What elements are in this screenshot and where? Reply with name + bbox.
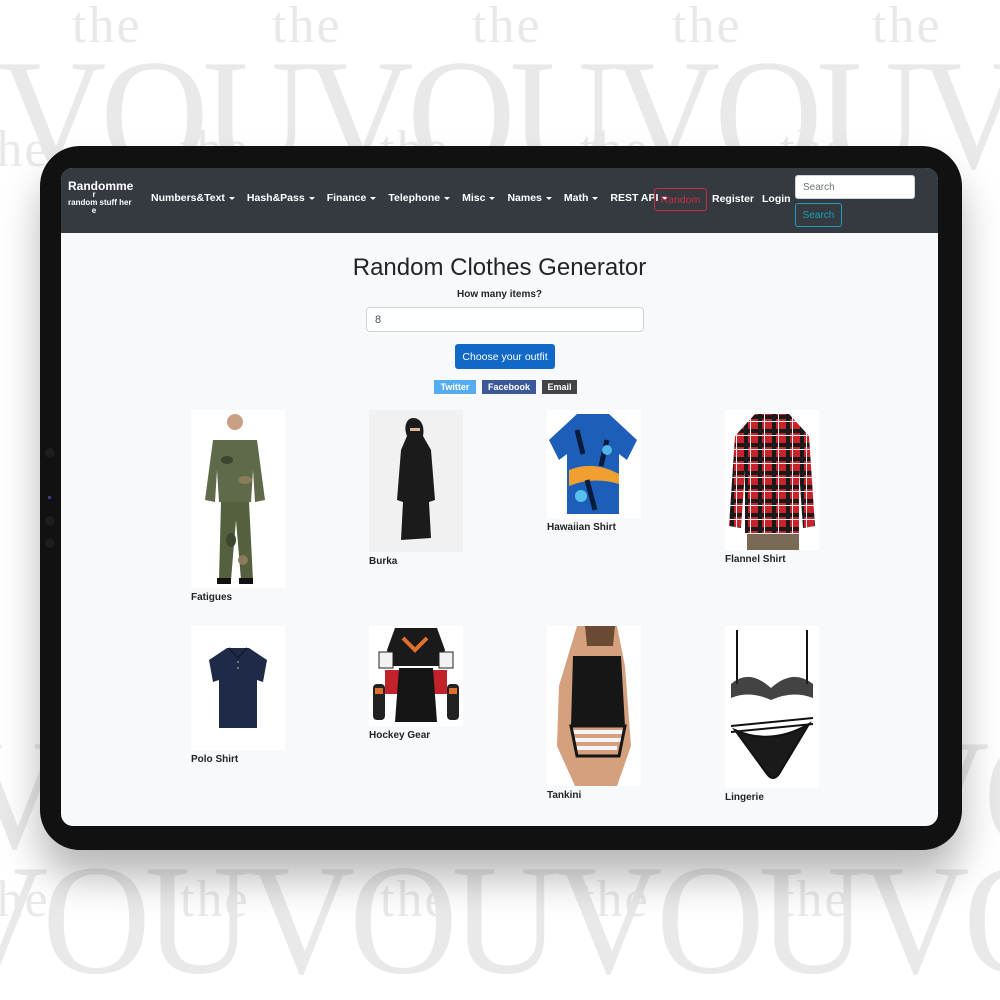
fatigues-image: [191, 410, 285, 588]
nav-label: Numbers&Text: [151, 192, 225, 204]
nav-menu-math[interactable]: Math: [564, 192, 599, 204]
brand-title: Randomme: [68, 179, 134, 193]
watermark-word: the: [72, 0, 142, 54]
camera-dot: [45, 448, 55, 458]
item-name: Lingerie: [725, 792, 764, 803]
item-name: Fatigues: [191, 592, 233, 603]
nav-label: Math: [563, 192, 589, 204]
item-name: Polo Shirt: [191, 754, 239, 765]
clothing-item: Polo Shirt: [191, 626, 285, 765]
watermark-word: the: [380, 871, 450, 928]
share-facebook-button[interactable]: Facebook: [482, 380, 536, 394]
clothing-item: Hawaiian Shirt: [547, 410, 641, 533]
hockey-gear-image: [369, 626, 463, 726]
nav-menu-numbers-text[interactable]: Numbers&Text: [151, 192, 235, 204]
item-name: Tankini: [547, 790, 582, 801]
tankini-image: [547, 626, 641, 786]
browser-screen: Randomme r random stuff her e Numbers&Te…: [61, 168, 938, 826]
watermark-word: the: [672, 0, 742, 54]
hawaiian-shirt-image: [547, 410, 641, 518]
sensor-dot: [45, 516, 55, 526]
nav-label: Names: [507, 192, 542, 204]
nav-label: Hash&Pass: [246, 192, 305, 204]
nav-label: Telephone: [388, 192, 441, 204]
lingerie-image: [725, 626, 819, 788]
choose-outfit-button[interactable]: Choose your outfit: [455, 344, 555, 369]
watermark-logo: VOUVOUVOUVOUVOUVOU: [0, 832, 1000, 1000]
caret-down-icon: [545, 196, 552, 200]
watermark-word: the: [780, 871, 850, 928]
caret-down-icon: [592, 196, 599, 200]
nav-menu-finance[interactable]: Finance: [327, 192, 377, 204]
item-name: Hockey Gear: [369, 730, 431, 741]
nav-label: Misc: [462, 192, 486, 204]
watermark-word: the: [580, 871, 650, 928]
watermark-word: the: [272, 0, 342, 54]
item-name: Flannel Shirt: [725, 554, 786, 565]
polo-shirt-image: [191, 626, 285, 750]
watermark-word: the: [0, 871, 50, 928]
tablet-device: Randomme r random stuff her e Numbers&Te…: [40, 146, 962, 850]
watermark-word: the: [872, 0, 942, 54]
share-twitter-button[interactable]: Twitter: [434, 380, 476, 394]
caret-down-icon: [308, 196, 315, 200]
clothing-item: Tankini: [547, 626, 641, 801]
watermark-word: the: [180, 871, 250, 928]
item-count-label: How many items?: [456, 289, 543, 300]
brand-subtitle: random stuff her: [68, 198, 132, 207]
clothing-item: Lingerie: [725, 626, 819, 803]
nav-menu: Numbers&Text Hash&Pass Finance Telephone…: [151, 192, 680, 204]
nav-menu-misc[interactable]: Misc: [462, 192, 496, 204]
navbar: Randomme r random stuff her e Numbers&Te…: [61, 168, 938, 233]
nav-label: Finance: [326, 192, 367, 204]
item-name: Burka: [369, 556, 398, 567]
caret-down-icon: [489, 196, 496, 200]
indicator-light: [48, 496, 51, 499]
nav-menu-telephone[interactable]: Telephone: [388, 192, 451, 204]
brand-logo[interactable]: Randomme r random stuff her e: [68, 179, 138, 215]
brand-subtitle-wrap: e: [91, 206, 97, 215]
search-button[interactable]: Search: [795, 203, 842, 227]
caret-down-icon: [444, 196, 451, 200]
clothing-item: Flannel Shirt: [725, 410, 819, 565]
item-count-input[interactable]: [366, 307, 644, 332]
nav-menu-names[interactable]: Names: [507, 192, 552, 204]
register-link[interactable]: Register: [712, 193, 754, 205]
caret-down-icon: [370, 196, 377, 200]
nav-label: REST API: [610, 192, 659, 204]
burka-image: [369, 410, 463, 552]
clothing-item: Fatigues: [191, 410, 285, 603]
search-input[interactable]: [795, 175, 915, 199]
clothing-item: Burka: [369, 410, 463, 567]
share-email-button[interactable]: Email: [542, 380, 577, 394]
item-name: Hawaiian Shirt: [547, 522, 616, 533]
login-link[interactable]: Login: [762, 193, 791, 205]
sensor-dot: [45, 538, 55, 548]
clothing-item: Hockey Gear: [369, 626, 463, 741]
page-title: Random Clothes Generator: [352, 254, 647, 281]
caret-down-icon: [228, 196, 235, 200]
flannel-shirt-image: [725, 410, 819, 550]
watermark-word: the: [472, 0, 542, 54]
random-button[interactable]: Random: [654, 188, 707, 211]
nav-menu-hash-pass[interactable]: Hash&Pass: [247, 192, 315, 204]
